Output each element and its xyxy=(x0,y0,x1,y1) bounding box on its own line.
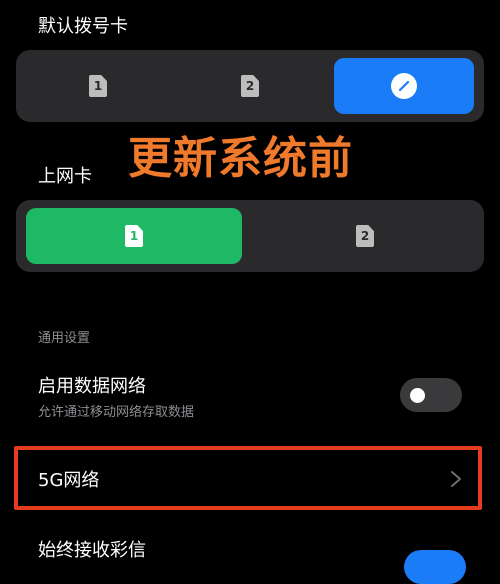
enable-data-subtitle: 允许通过移动网络存取数据 xyxy=(38,405,195,420)
highlight-box xyxy=(14,446,482,510)
data-card-selector: 1 2 xyxy=(16,200,484,272)
sim-card-icon: 1 xyxy=(125,225,143,247)
always-receive-mms-row[interactable]: 始终接收彩信 xyxy=(0,528,500,584)
pencil-icon xyxy=(391,73,417,99)
sim-card-icon: 1 xyxy=(89,75,107,97)
sim-card-icon: 2 xyxy=(241,75,259,97)
enable-data-title: 启用数据网络 xyxy=(38,376,146,397)
default-dial-card-selector: 1 2 xyxy=(16,50,484,122)
overlay-caption: 更新系统前 xyxy=(128,133,353,184)
sim-card-icon: 2 xyxy=(356,225,374,247)
general-settings-header: 通用设置 xyxy=(38,331,91,346)
dial-card-option-auto[interactable] xyxy=(334,58,474,114)
always-receive-mms-toggle[interactable] xyxy=(404,550,466,584)
always-receive-mms-title: 始终接收彩信 xyxy=(38,540,146,561)
data-card-option-sim2[interactable]: 2 xyxy=(256,208,474,264)
data-card-option-sim1[interactable]: 1 xyxy=(26,208,242,264)
toggle-knob xyxy=(410,388,425,403)
dial-card-option-sim1[interactable]: 1 xyxy=(24,58,172,114)
default-dial-card-title: 默认拨号卡 xyxy=(38,16,128,37)
dial-card-option-sim2[interactable]: 2 xyxy=(176,58,324,114)
enable-data-toggle[interactable] xyxy=(400,378,462,412)
enable-data-row[interactable]: 启用数据网络 允许通过移动网络存取数据 xyxy=(0,364,500,428)
data-card-title: 上网卡 xyxy=(38,166,92,187)
